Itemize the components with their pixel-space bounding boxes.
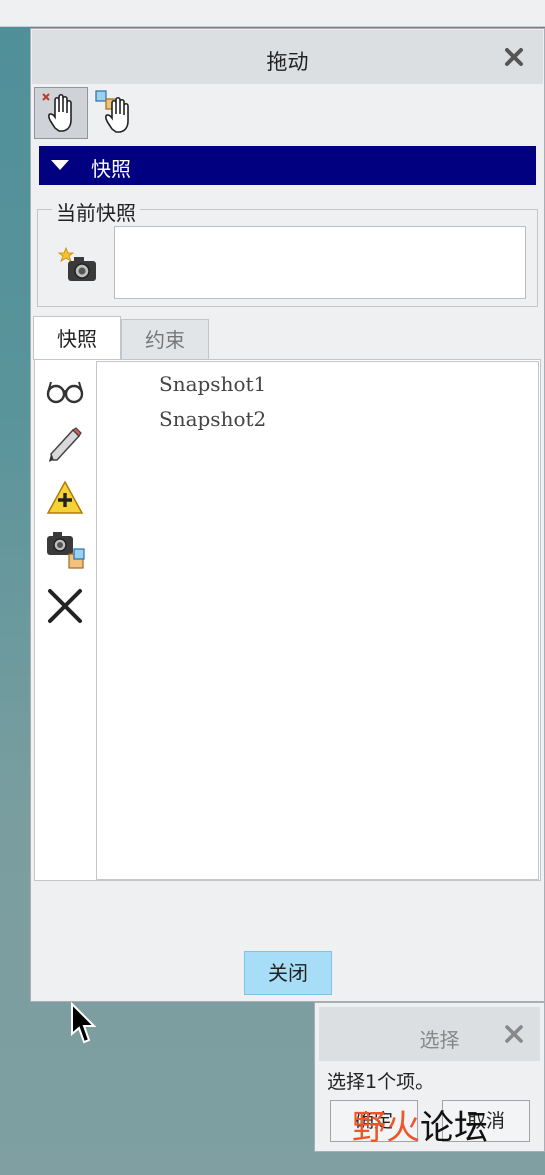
add-warning-icon[interactable] bbox=[45, 478, 85, 518]
top-bar bbox=[0, 0, 545, 27]
select-message: 选择1个项。 bbox=[327, 1071, 435, 1093]
glasses-icon[interactable] bbox=[45, 370, 85, 410]
snapshot-tab-panel: Snapshot1 Snapshot2 bbox=[34, 359, 541, 881]
close-icon[interactable] bbox=[503, 46, 525, 68]
snapshot-list[interactable]: Snapshot1 Snapshot2 bbox=[96, 361, 539, 880]
tab-snapshots[interactable]: 快照 bbox=[33, 316, 121, 360]
list-item[interactable]: Snapshot1 bbox=[159, 372, 266, 396]
current-snapshot-label: 当前快照 bbox=[52, 197, 140, 226]
section-header-label: 快照 bbox=[91, 157, 131, 181]
delete-x-icon[interactable] bbox=[45, 586, 85, 626]
mouse-cursor-icon bbox=[71, 1002, 97, 1044]
drag-hand-icon bbox=[42, 93, 72, 132]
select-dialog-titlebar[interactable]: 选择 bbox=[319, 1007, 540, 1061]
camera-star-icon[interactable] bbox=[58, 246, 98, 286]
watermark-part1: 野火 bbox=[352, 1108, 420, 1148]
forum-watermark: 野火论坛 bbox=[352, 1108, 488, 1148]
drag-parts-button[interactable] bbox=[90, 87, 144, 139]
close-button[interactable]: 关闭 bbox=[244, 951, 332, 995]
close-icon[interactable] bbox=[504, 1024, 524, 1044]
dialog-titlebar[interactable]: 拖动 bbox=[32, 30, 543, 84]
camera-copy-icon[interactable] bbox=[45, 530, 85, 570]
current-snapshot-group: 当前快照 bbox=[37, 197, 538, 307]
list-item[interactable]: Snapshot2 bbox=[159, 407, 266, 431]
drag-parts-hand-icon bbox=[95, 90, 129, 133]
drag-point-button[interactable] bbox=[34, 87, 88, 139]
pencil-icon[interactable] bbox=[45, 424, 85, 464]
tab-constraints[interactable]: 约束 bbox=[121, 319, 209, 360]
snapshot-section-header[interactable]: 快照 bbox=[39, 146, 536, 185]
dialog-title: 拖动 bbox=[266, 50, 309, 74]
watermark-part2: 论坛 bbox=[420, 1108, 488, 1148]
drag-dialog: 拖动 快照 当前快照 快照 约束 Snapshot1 Snapshot2 关闭 bbox=[30, 28, 545, 1002]
current-snapshot-field[interactable] bbox=[114, 226, 526, 299]
snapshot-side-toolbar bbox=[35, 360, 95, 880]
collapse-triangle-icon bbox=[51, 160, 69, 170]
